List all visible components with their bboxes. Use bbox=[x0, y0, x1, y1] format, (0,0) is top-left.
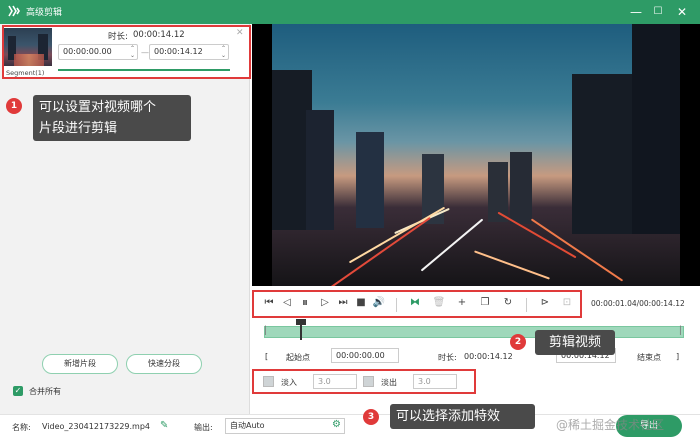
fade-in-checkbox[interactable] bbox=[263, 376, 274, 387]
timeline-track[interactable] bbox=[264, 326, 684, 338]
delete-icon[interactable]: 🗑 bbox=[432, 297, 446, 308]
maximize-button[interactable]: ☐ bbox=[648, 2, 668, 22]
app-logo-icon bbox=[8, 5, 20, 17]
add-icon[interactable]: + bbox=[455, 297, 469, 308]
annotation-1-box bbox=[2, 25, 251, 79]
pause-icon[interactable]: ⏸ bbox=[298, 295, 312, 310]
copy-icon[interactable]: ❐ bbox=[478, 297, 492, 308]
playhead[interactable] bbox=[300, 320, 302, 340]
range-left-bracket: [ bbox=[265, 352, 269, 361]
fade-out-label: 淡出 bbox=[381, 378, 397, 387]
edit-name-icon[interactable]: ✎ bbox=[160, 420, 168, 431]
fade-out-input[interactable]: 3.0 bbox=[413, 374, 457, 389]
fade-in-input[interactable]: 3.0 bbox=[313, 374, 357, 389]
annotation-1-tip: 可以设置对视频哪个 片段进行剪辑 bbox=[33, 95, 191, 141]
toolbar-separator bbox=[526, 298, 527, 312]
annotation-2-badge: 2 bbox=[510, 334, 526, 350]
file-name-value: Video_230412173229.mp4 bbox=[42, 422, 150, 431]
output-select[interactable]: 自动Auto bbox=[225, 418, 345, 434]
title-bar: 高级剪辑 — ☐ ✕ bbox=[0, 0, 700, 24]
new-segment-button[interactable]: 新增片段 bbox=[42, 354, 118, 374]
reset-icon[interactable]: ↻ bbox=[501, 297, 515, 308]
fade-in-label: 淡入 bbox=[281, 378, 297, 387]
output-settings-icon[interactable]: ⚙ bbox=[332, 419, 341, 430]
fade-out-value: 3.0 bbox=[418, 377, 431, 386]
output-label: 输出: bbox=[194, 423, 213, 432]
annotation-3-tip: 可以选择添加特效 bbox=[390, 404, 535, 429]
quick-split-button[interactable]: 快速分段 bbox=[126, 354, 202, 374]
minimize-button[interactable]: — bbox=[626, 2, 646, 22]
range-duration-label: 时长: bbox=[438, 353, 457, 362]
prev-frame-icon[interactable]: ◁ bbox=[280, 297, 294, 308]
playback-time: 00:00:01.04/00:00:14.12 bbox=[591, 299, 685, 308]
timeline-end-handle[interactable]: ▏ bbox=[680, 326, 686, 335]
range-right-bracket: ] bbox=[676, 352, 680, 361]
start-point-input[interactable]: 00:00:00.00 bbox=[331, 348, 399, 363]
annotation-2-tip: 剪辑视频 bbox=[535, 330, 615, 355]
set-end-icon[interactable]: ⊡ bbox=[560, 297, 574, 308]
annotation-1-badge: 1 bbox=[6, 98, 22, 114]
watermark: @稀土掘金技术社区 bbox=[556, 418, 665, 432]
window-title: 高级剪辑 bbox=[26, 8, 63, 18]
split-icon[interactable]: ⧓ bbox=[408, 297, 422, 308]
range-duration-value: 00:00:14.12 bbox=[464, 352, 513, 361]
timeline-start-handle[interactable]: ▏ bbox=[265, 326, 271, 335]
start-point-value: 00:00:00.00 bbox=[336, 351, 385, 360]
start-point-button[interactable]: 起始点 bbox=[286, 352, 310, 363]
video-frame bbox=[272, 24, 680, 286]
video-preview[interactable] bbox=[252, 24, 700, 286]
merge-all-label: 合并所有 bbox=[29, 387, 61, 396]
toolbar-separator bbox=[396, 298, 397, 312]
annotation-3-badge: 3 bbox=[363, 409, 379, 425]
end-point-button[interactable]: 结束点 bbox=[637, 352, 661, 363]
jump-start-icon[interactable]: ⏮ bbox=[262, 297, 276, 308]
fade-in-value: 3.0 bbox=[318, 377, 331, 386]
jump-end-icon[interactable]: ⏭ bbox=[336, 297, 350, 308]
segment-panel bbox=[0, 24, 250, 448]
output-value: 自动Auto bbox=[230, 421, 265, 430]
stop-icon[interactable]: ■ bbox=[354, 297, 368, 308]
merge-all-checkbox[interactable]: ✓ bbox=[13, 386, 23, 396]
set-start-icon[interactable]: ⊳ bbox=[538, 297, 552, 308]
file-name-label: 名称: bbox=[12, 423, 31, 432]
next-frame-icon[interactable]: ▷ bbox=[318, 297, 332, 308]
volume-icon[interactable]: 🔊 bbox=[372, 297, 386, 308]
close-button[interactable]: ✕ bbox=[672, 2, 692, 22]
fade-out-checkbox[interactable] bbox=[363, 376, 374, 387]
